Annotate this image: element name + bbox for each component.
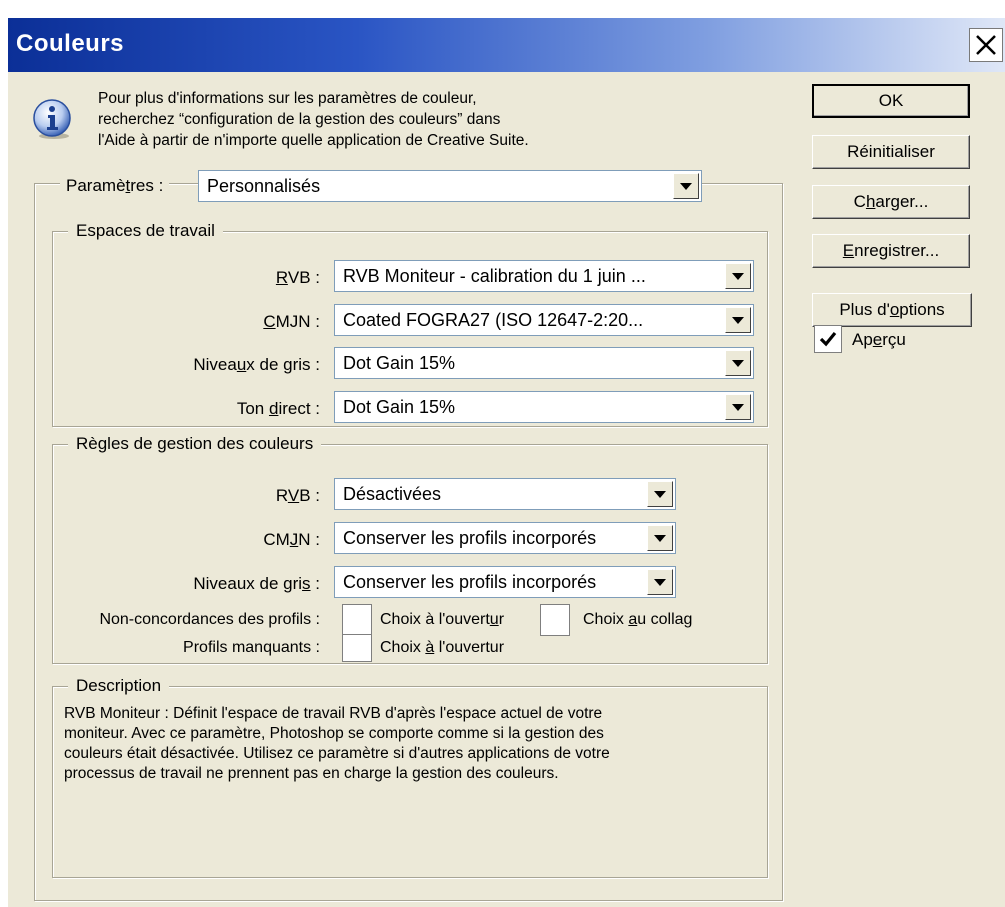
chevron-down-icon[interactable]: [725, 307, 751, 333]
description-line: couleurs était désactivée. Utilisez ce p…: [64, 745, 610, 762]
cmyk-space-select[interactable]: Coated FOGRA27 (ISO 12647-2:20...: [334, 304, 754, 336]
rgb-policy-value: Désactivées: [343, 484, 442, 504]
chevron-down-icon[interactable]: [647, 525, 673, 551]
missing-open-label: Choix à l'ouvertur: [380, 639, 505, 656]
reset-button[interactable]: Réinitialiser: [812, 135, 970, 169]
mismatch-open-label: Choix à l'ouvertur: [380, 611, 505, 628]
chevron-down-icon[interactable]: [725, 263, 751, 289]
mismatch-open-checkbox[interactable]: [342, 604, 372, 636]
policies-legend: Règles de gestion des couleurs: [68, 434, 322, 454]
save-button[interactable]: Enregistrer...: [812, 234, 970, 268]
description-legend: Description: [68, 676, 170, 696]
checkmark-icon: [819, 331, 837, 347]
mismatch-label: Non-concordances des profils :: [99, 611, 320, 628]
cmyk-space-value: Coated FOGRA27 (ISO 12647-2:20...: [343, 310, 644, 330]
description-line: moniteur. Avec ce paramètre, Photoshop s…: [64, 725, 604, 742]
rgb-policy-label: RVB :: [275, 486, 320, 505]
cmyk-space-label: CMJN :: [263, 312, 320, 331]
mismatch-paste-label: Choix au collag: [583, 611, 693, 628]
window-title: Couleurs: [16, 30, 125, 57]
info-line: Pour plus d'informations sur les paramèt…: [98, 90, 477, 107]
settings-select[interactable]: Personnalisés: [198, 170, 702, 202]
gray-space-label: Niveaux de gris :: [193, 355, 320, 374]
cmyk-policy-label: CMJN :: [263, 530, 320, 549]
chevron-down-icon[interactable]: [725, 350, 751, 376]
gray-policy-value: Conserver les profils incorporés: [343, 572, 597, 592]
info-message: Pour plus d'informations sur les paramèt…: [98, 88, 529, 151]
colors-dialog: Couleurs Pour plus d'informations sur le…: [0, 0, 1005, 907]
settings-value: Personnalisés: [207, 176, 321, 196]
chevron-down-icon[interactable]: [673, 173, 699, 199]
gray-space-value: Dot Gain 15%: [343, 353, 456, 373]
missing-label: Profils manquants :: [183, 639, 320, 656]
cmyk-policy-value: Conserver les profils incorporés: [343, 528, 597, 548]
info-line: recherchez “configuration de la gestion …: [98, 111, 501, 128]
preview-checkbox[interactable]: [814, 325, 842, 353]
chevron-down-icon[interactable]: [647, 569, 673, 595]
close-icon: [976, 35, 996, 55]
mismatch-paste-checkbox[interactable]: [540, 604, 570, 636]
chevron-down-icon[interactable]: [725, 394, 751, 420]
description-line: RVB Moniteur : Définit l'espace de trava…: [64, 705, 603, 722]
rgb-space-select[interactable]: RVB Moniteur - calibration du 1 juin ...: [334, 260, 754, 292]
workspaces-legend: Espaces de travail: [68, 221, 223, 241]
policies-group: [52, 444, 768, 664]
ok-button[interactable]: OK: [812, 84, 970, 118]
missing-open-checkbox[interactable]: [342, 634, 372, 662]
cmyk-policy-select[interactable]: Conserver les profils incorporés: [334, 522, 676, 554]
description-text: RVB Moniteur : Définit l'espace de trava…: [64, 704, 610, 784]
title-bar: Couleurs: [8, 18, 1005, 72]
gray-space-select[interactable]: Dot Gain 15%: [334, 347, 754, 379]
settings-label: Paramètres :: [60, 176, 170, 196]
dialog-body: Pour plus d'informations sur les paramèt…: [8, 72, 1005, 907]
spot-space-label: Ton direct :: [236, 399, 320, 418]
description-line: processus de travail ne prennent pas en …: [64, 765, 559, 782]
spot-space-value: Dot Gain 15%: [343, 397, 456, 417]
gray-policy-label: Niveaux de gris :: [193, 574, 320, 593]
rgb-policy-select[interactable]: Désactivées: [334, 478, 676, 510]
preview-label: Aperçu: [852, 330, 906, 349]
spot-space-select[interactable]: Dot Gain 15%: [334, 391, 754, 423]
more-options-button[interactable]: Plus d' o ptions: [812, 293, 972, 327]
load-button[interactable]: Ch arger...: [812, 185, 970, 219]
close-button[interactable]: [969, 28, 1003, 62]
rgb-space-label: RVB :: [275, 268, 320, 287]
chevron-down-icon[interactable]: [647, 481, 673, 507]
gray-policy-select[interactable]: Conserver les profils incorporés: [334, 566, 676, 598]
rgb-space-value: RVB Moniteur - calibration du 1 juin ...: [343, 266, 646, 286]
info-line: l'Aide à partir de n'importe quelle appl…: [98, 132, 529, 149]
info-icon: [33, 99, 71, 139]
